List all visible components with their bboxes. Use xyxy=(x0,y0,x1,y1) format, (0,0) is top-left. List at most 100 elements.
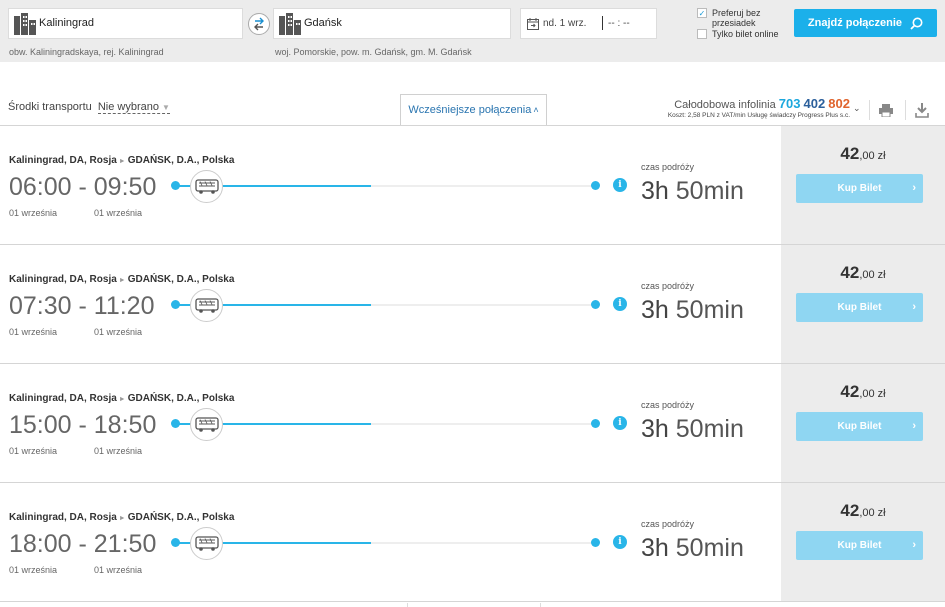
departure-time: 18:00 xyxy=(9,530,72,558)
prefer-direct-checkbox[interactable]: ✓ xyxy=(697,8,707,18)
triangle-right-icon: ► xyxy=(118,515,126,522)
route-label: Kaliningrad, DA, Rosja ► GDAŃSK, D.A., Pol… xyxy=(9,155,234,166)
route-label: Kaliningrad, DA, Rosja ► GDAŃSK, D.A., Pol… xyxy=(9,274,234,285)
triangle-right-icon: ► xyxy=(118,396,126,403)
start-dot xyxy=(171,181,180,190)
info-icon[interactable]: i xyxy=(613,178,627,192)
date-separator xyxy=(602,16,603,30)
earlier-connections-tab[interactable]: Wcześniejsze połączenia ˄ xyxy=(400,94,547,125)
bus-icon xyxy=(190,289,223,322)
buy-ticket-button[interactable]: Kup Bilet › xyxy=(796,531,923,560)
print-icon[interactable] xyxy=(879,104,893,117)
chevron-right-icon: › xyxy=(912,420,916,432)
info-icon[interactable]: i xyxy=(613,535,627,549)
duration-minutes: 50min xyxy=(675,296,744,324)
hotline-cost: Koszt: 2,58 PLN z VAT/min Usługę świadcz… xyxy=(667,112,850,119)
price: 42,00 zł xyxy=(781,382,945,402)
transport-value: Nie wybrano xyxy=(97,101,159,113)
departure-date: 01 września xyxy=(9,208,58,218)
online-only-label: Tylko bilet online xyxy=(712,29,779,39)
price-main: 42 xyxy=(840,382,860,401)
price-panel: 42,00 zł Kup Bilet › xyxy=(781,245,945,363)
find-connection-button[interactable]: Znajdź połączenie xyxy=(794,9,937,37)
duration-hours: 3h xyxy=(641,296,669,324)
destination-label: GDAŃSK, D.A., Polska xyxy=(127,512,235,523)
departure-date: 01 września xyxy=(9,565,58,575)
departure-date: 01 września xyxy=(9,446,58,456)
price-main: 42 xyxy=(840,501,860,520)
duration-minutes: 50min xyxy=(675,415,744,443)
calendar-icon xyxy=(527,18,539,30)
origin-label: Kaliningrad, DA, Rosja xyxy=(9,512,117,523)
duration: 3h 50min xyxy=(641,177,744,206)
times: 06:00 - 09:50 xyxy=(9,173,157,201)
city-icon xyxy=(279,13,301,35)
buy-ticket-label: Kup Bilet xyxy=(837,540,882,551)
to-city-value: Gdańsk xyxy=(304,17,342,29)
price-sub: ,00 zł xyxy=(859,150,886,162)
price-sub: ,00 zł xyxy=(859,388,886,400)
end-dot xyxy=(591,181,600,190)
date-value: nd. 1 wrz. xyxy=(543,18,587,29)
arrival-date: 01 września xyxy=(94,208,143,218)
transport-label: Środki transportu xyxy=(8,101,92,113)
buy-ticket-button[interactable]: Kup Bilet › xyxy=(796,174,923,203)
divider xyxy=(869,100,870,120)
price-panel: 42,00 zł Kup Bilet › xyxy=(781,364,945,482)
buy-ticket-button[interactable]: Kup Bilet › xyxy=(796,293,923,322)
buy-ticket-label: Kup Bilet xyxy=(837,183,882,194)
divider xyxy=(540,603,541,607)
start-dot xyxy=(171,419,180,428)
prefer-direct-label: Preferuj bez przesiadek xyxy=(712,8,761,28)
bus-icon xyxy=(190,408,223,441)
arrival-time: 11:20 xyxy=(93,292,155,320)
to-city-field[interactable]: Gdańsk xyxy=(273,8,511,39)
swap-button[interactable] xyxy=(248,13,270,35)
departure-time: 15:00 xyxy=(9,411,72,439)
duration-minutes: 50min xyxy=(675,177,744,205)
connection-row[interactable]: Kaliningrad, DA, Rosja ► GDAŃSK, D.A., Pol… xyxy=(0,245,945,364)
online-only-checkbox[interactable] xyxy=(697,29,707,39)
download-icon[interactable] xyxy=(915,103,929,118)
divider xyxy=(407,603,408,607)
arrival-date: 01 września xyxy=(94,327,143,337)
connection-row[interactable]: Kaliningrad, DA, Rosja ► GDAŃSK, D.A., Pol… xyxy=(0,126,945,245)
triangle-right-icon: ► xyxy=(118,277,126,284)
date-time-field[interactable]: nd. 1 wrz. -- : -- xyxy=(520,8,657,39)
start-dot xyxy=(171,300,180,309)
from-region: obw. Kaliningradskaya, rej. Kaliningrad xyxy=(9,47,164,57)
departure-time: 07:30 xyxy=(9,292,72,320)
end-dot xyxy=(591,538,600,547)
buy-ticket-label: Kup Bilet xyxy=(837,302,882,313)
chevron-right-icon: › xyxy=(912,539,916,551)
times: 07:30 - 11:20 xyxy=(9,292,155,320)
earlier-connections-label: Wcześniejsze połączenia xyxy=(408,104,532,116)
chevron-down-icon[interactable]: ⌄ xyxy=(853,103,861,114)
buy-ticket-label: Kup Bilet xyxy=(837,421,882,432)
from-city-field[interactable]: Kaliningrad xyxy=(8,8,243,39)
duration-label: czas podróży xyxy=(641,519,695,529)
arrival-time: 09:50 xyxy=(93,173,157,201)
arrival-date: 01 września xyxy=(94,446,143,456)
duration-label: czas podróży xyxy=(641,400,695,410)
transport-select[interactable]: Nie wybrano ▼ xyxy=(97,101,170,114)
info-icon[interactable]: i xyxy=(613,297,627,311)
info-icon[interactable]: i xyxy=(613,416,627,430)
times: 18:00 - 21:50 xyxy=(9,530,157,558)
bus-icon xyxy=(190,527,223,560)
connection-row[interactable]: Kaliningrad, DA, Rosja ► GDAŃSK, D.A., Pol… xyxy=(0,364,945,483)
price-panel: 42,00 zł Kup Bilet › xyxy=(781,126,945,244)
hotline-num3: 802 xyxy=(828,96,850,111)
buy-ticket-button[interactable]: Kup Bilet › xyxy=(796,412,923,441)
price: 42,00 zł xyxy=(781,263,945,283)
connection-row[interactable]: Kaliningrad, DA, Rosja ► GDAŃSK, D.A., Pol… xyxy=(0,483,945,602)
departure-date: 01 września xyxy=(9,327,58,337)
transport-filter[interactable]: Środki transportu Nie wybrano ▼ xyxy=(8,101,170,114)
arrival-time: 21:50 xyxy=(93,530,157,558)
duration-hours: 3h xyxy=(641,177,669,205)
departure-time: 06:00 xyxy=(9,173,72,201)
time-value: -- : -- xyxy=(608,18,630,29)
hotline-label: Całodobowa infolinia xyxy=(674,99,776,111)
duration-label: czas podróży xyxy=(641,281,695,291)
origin-label: Kaliningrad, DA, Rosja xyxy=(9,274,117,285)
